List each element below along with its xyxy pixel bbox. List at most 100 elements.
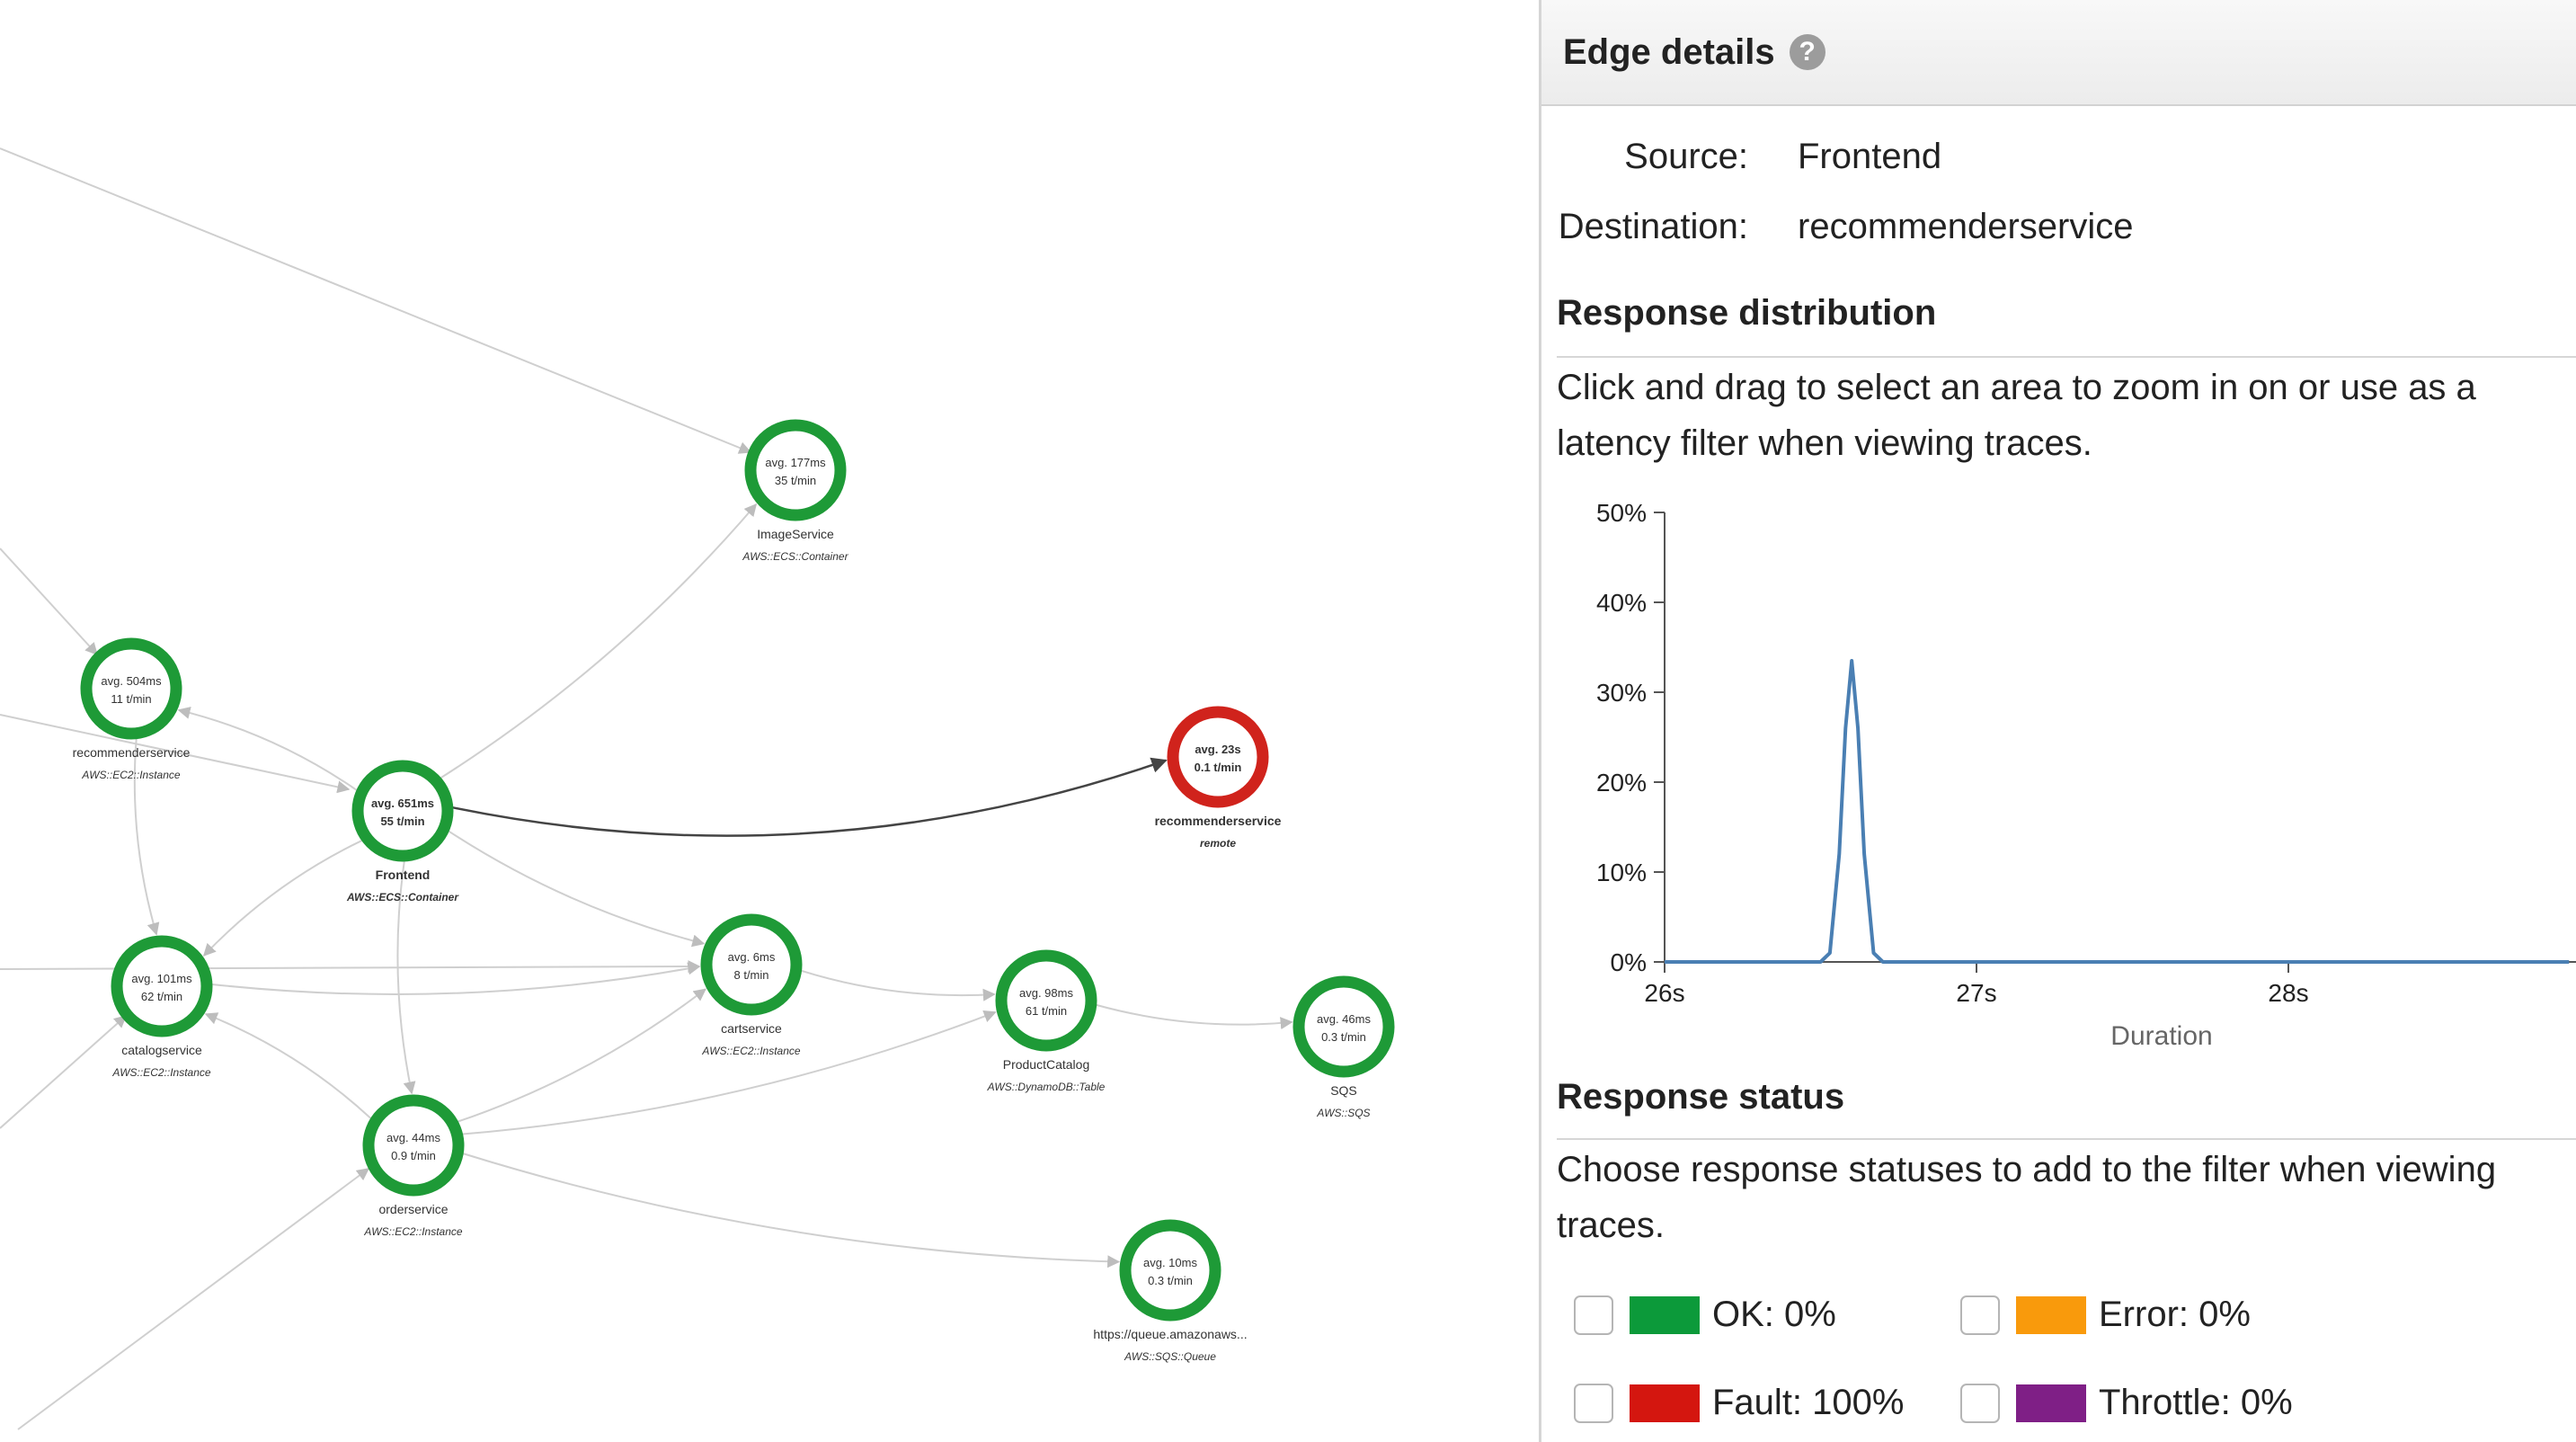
node-latency: avg. 651ms [371,797,434,810]
throttle-swatch [2016,1384,2086,1422]
node-name: catalogservice [121,1043,202,1057]
node-latency: avg. 46ms [1317,1012,1371,1026]
help-circle-icon[interactable]: ? [1789,34,1825,70]
node-name: ImageService [757,527,834,541]
error-swatch [2016,1295,2086,1334]
throttle-checkbox[interactable] [1960,1383,2000,1423]
node-cartservice[interactable]: avg. 6ms8 t/mincartserviceAWS::EC2::Inst… [700,913,803,1057]
response-status-help: Choose response statuses to add to the f… [1557,1150,2497,1245]
x-tick-label: 28s [2268,979,2308,1007]
node-throughput: 11 t/min [111,692,151,706]
status-ok[interactable]: OK: 0% [1574,1295,1836,1335]
node-latency: avg. 98ms [1019,986,1073,1000]
node-health-ring [1167,706,1269,808]
edge-frontend-to-recommenderservice[interactable] [177,707,358,791]
node-name: orderservice [378,1202,448,1216]
panel-header: Edge details ? [1541,0,2576,106]
node-throughput: 0.9 t/min [391,1149,436,1162]
response-distribution-title: Response distribution [1557,293,1937,333]
destination-value: recommenderservice [1798,207,2134,246]
node-name: https://queue.amazonaws... [1093,1327,1247,1341]
node-latency: avg. 6ms [728,950,776,964]
node-throughput: 8 t/min [733,968,768,982]
nodes-layer: avg. 177ms35 t/minImageServiceAWS::ECS::… [73,419,1395,1363]
node-orderservice[interactable]: avg. 44ms0.9 t/minorderserviceAWS::EC2::… [362,1094,465,1238]
ok-swatch [1630,1295,1700,1334]
chart-series [1665,659,2570,964]
y-tick-label: 20% [1596,769,1647,797]
status-fault[interactable]: Fault: 100% [1574,1383,1904,1423]
status-error[interactable]: Error: 0% [1960,1295,2251,1335]
node-sqs[interactable]: avg. 46ms0.3 t/minSQSAWS::SQS [1292,975,1395,1119]
node-name: SQS [1330,1083,1357,1098]
panel-title: Edge details [1563,31,1775,72]
y-tick-label: 30% [1596,679,1647,707]
fault-label: Fault: 100% [1712,1383,1905,1422]
node-type: AWS::ECS::Container [346,891,459,903]
service-map-graph[interactable]: avg. 177ms35 t/minImageServiceAWS::ECS::… [0,0,1539,1442]
ok-label: OK: 0% [1712,1295,1836,1334]
node-type: AWS::EC2::Instance [701,1045,800,1057]
source-value: Frontend [1798,137,1942,176]
node-type: AWS::EC2::Instance [111,1066,210,1079]
node-latency: avg. 177ms [765,456,826,469]
status-throttle[interactable]: Throttle: 0% [1960,1383,2293,1423]
y-tick-label: 50% [1596,499,1647,527]
fault-checkbox[interactable] [1574,1383,1613,1423]
fault-swatch [1630,1384,1700,1422]
edge-orderservice-to-cartservice[interactable] [457,988,706,1123]
node-name: cartservice [721,1021,782,1036]
node-catalogservice[interactable]: avg. 101ms62 t/mincatalogserviceAWS::EC2… [111,935,213,1079]
node-type: AWS::EC2::Instance [363,1225,462,1238]
node-health-ring [1292,975,1395,1078]
node-name: recommenderservice [1155,814,1282,828]
node-health-ring [362,1094,465,1197]
node-name: Frontend [376,868,431,882]
response-distribution-help: Click and drag to select an area to zoom… [1557,368,2476,463]
node-recommenderservice[interactable]: avg. 504ms 11 t/min recommenderservice AWS:… [73,637,191,781]
node-recommenderservice-remote[interactable]: avg. 23s 0.1 t/min recommenderservice remot… [1155,706,1282,850]
divider [1557,356,2576,358]
ok-checkbox[interactable] [1574,1295,1613,1335]
edge-orderservice-to-catalogservice[interactable] [204,1012,372,1119]
edge-frontend-to-cartservice[interactable] [448,830,706,948]
edge-productcatalog-to-sqs[interactable] [1096,1003,1293,1030]
edges-layer [133,503,1293,1268]
node-latency: avg. 101ms [131,972,192,985]
node-type: AWS::EC2::Instance [81,769,180,781]
edge-cartservice-to-productcatalog[interactable] [801,969,996,1001]
edge-catalogservice-to-cartservice[interactable] [211,962,701,995]
service-map[interactable]: avg. 177ms 35 t/min ImageService AWS::ECS::… [0,0,1539,1442]
x-tick-label: 26s [1644,979,1684,1007]
y-tick-label: 0% [1611,948,1647,976]
latency-series-line [1665,659,2570,964]
node-queue[interactable]: avg. 10ms 0.3 t/min https://queue.amazonaw… [1093,1219,1248,1363]
divider [1557,1138,2576,1140]
node-health-ring [700,913,803,1016]
node-name: recommenderservice [73,745,191,760]
y-tick-label: 10% [1596,859,1647,886]
error-label: Error: 0% [2099,1295,2251,1334]
node-frontend[interactable]: avg. 651ms55 t/minFrontendAWS::ECS::Cont… [346,760,459,903]
edge-frontend-to-catalogservice[interactable] [202,840,363,957]
destination-label: Destination: [1558,207,1748,246]
node-latency: avg. 10ms [1143,1256,1197,1269]
edge-frontend-to-imageservice[interactable] [440,503,758,779]
node-imageservice[interactable]: avg. 177ms35 t/minImageServiceAWS::ECS::… [742,419,849,563]
y-tick-label: 40% [1596,589,1647,617]
node-productcatalog[interactable]: avg. 98ms61 t/minProductCatalogAWS::Dyna… [987,949,1106,1093]
response-distribution-chart[interactable]: 0% 10% 20% 30% 40% 50% 26s 27s 28s Duration [1541,467,2576,1061]
edge-orderservice-to-queue[interactable] [462,1153,1121,1268]
node-type: AWS::SQS [1316,1107,1370,1119]
error-checkbox[interactable] [1960,1295,2000,1335]
node-health-ring [1119,1219,1221,1322]
response-status-title: Response status [1557,1077,1845,1117]
x-tick-label: 27s [1956,979,1996,1007]
node-name: ProductCatalog [1003,1057,1090,1072]
x-axis-title: Duration [2110,1021,2212,1051]
edge-frontend-to-recommenderservice-remote[interactable] [452,757,1168,837]
node-type: AWS::DynamoDB::Table [987,1081,1106,1093]
node-health-ring [111,935,213,1037]
node-throughput: 62 t/min [141,990,182,1003]
node-health-ring [744,419,847,521]
